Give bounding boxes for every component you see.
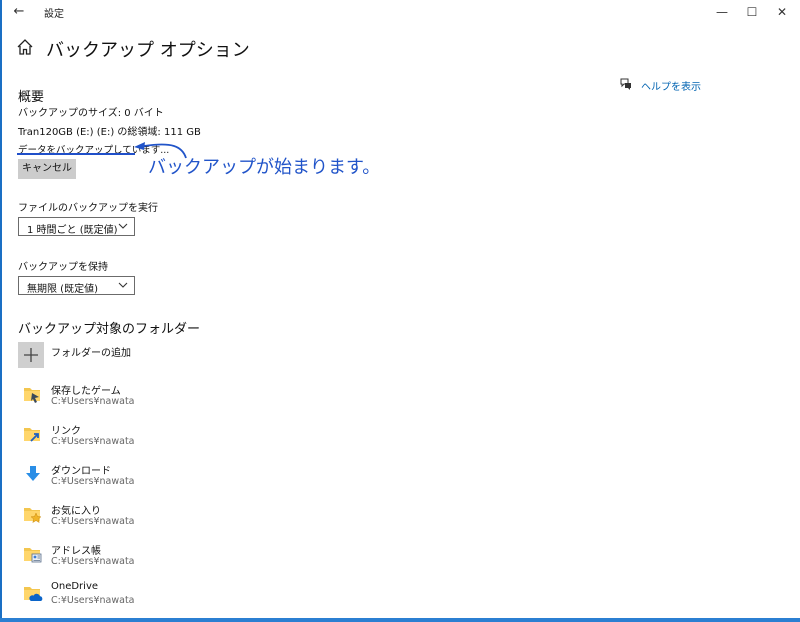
overview-heading: 概要 bbox=[18, 90, 45, 105]
links-folder-icon bbox=[24, 428, 40, 442]
folder-path: C:¥Users¥nawata bbox=[51, 516, 135, 527]
folder-name: リンク bbox=[51, 426, 81, 437]
backup-size-text: バックアップのサイズ: 0 バイト bbox=[18, 108, 164, 119]
back-button[interactable]: ← bbox=[10, 3, 28, 21]
folder-path: C:¥Users¥nawata bbox=[51, 396, 135, 407]
close-button[interactable]: ✕ bbox=[766, 0, 798, 24]
home-icon[interactable] bbox=[16, 38, 34, 56]
folder-item[interactable]: OneDrive C:¥Users¥nawata bbox=[18, 581, 218, 611]
add-folder-button[interactable] bbox=[18, 342, 44, 368]
minimize-icon: — bbox=[716, 5, 728, 19]
chevron-down-icon bbox=[118, 282, 128, 288]
favorites-folder-icon bbox=[24, 508, 42, 524]
keep-backups-value: 無期限 (既定値) bbox=[27, 284, 98, 295]
window-left-edge bbox=[0, 0, 2, 622]
saved-games-folder-icon bbox=[24, 388, 40, 403]
folder-name: 保存したゲーム bbox=[51, 386, 121, 397]
help-link[interactable]: ヘルプを表示 bbox=[641, 78, 701, 93]
folder-name: ダウンロード bbox=[51, 466, 111, 477]
folder-path: C:¥Users¥nawata bbox=[51, 476, 135, 487]
chevron-down-icon bbox=[118, 223, 128, 229]
folder-item[interactable]: お気に入り C:¥Users¥nawata bbox=[18, 502, 218, 532]
back-arrow-icon: ← bbox=[13, 4, 25, 19]
folder-item[interactable]: ダウンロード C:¥Users¥nawata bbox=[18, 462, 218, 492]
title-bar: ← 設定 — ☐ ✕ bbox=[2, 0, 800, 24]
maximize-icon: ☐ bbox=[746, 5, 758, 19]
help-chat-icon[interactable] bbox=[619, 77, 633, 91]
taskbar-edge bbox=[0, 618, 800, 622]
folder-name: お気に入り bbox=[51, 506, 101, 517]
contacts-folder-icon bbox=[24, 548, 42, 563]
backup-frequency-label: ファイルのバックアップを実行 bbox=[18, 203, 158, 214]
app-title: 設定 bbox=[44, 9, 64, 20]
folder-item[interactable]: アドレス帳 C:¥Users¥nawata bbox=[18, 542, 218, 572]
folder-item[interactable]: リンク C:¥Users¥nawata bbox=[18, 422, 218, 452]
backup-frequency-dropdown[interactable]: 1 時間ごと (既定値) bbox=[18, 217, 135, 236]
folders-heading: バックアップ対象のフォルダー bbox=[18, 322, 201, 337]
downloads-folder-icon bbox=[26, 466, 40, 481]
onedrive-folder-icon bbox=[24, 587, 43, 601]
minimize-button[interactable]: — bbox=[706, 0, 738, 24]
annotation-text: バックアップが始まります。 bbox=[148, 157, 381, 178]
status-underline bbox=[17, 153, 135, 155]
folder-path: C:¥Users¥nawata bbox=[51, 595, 135, 606]
cancel-button[interactable]: キャンセル bbox=[18, 159, 76, 179]
folder-path: C:¥Users¥nawata bbox=[51, 556, 135, 567]
folder-name: OneDrive bbox=[51, 581, 99, 592]
folder-item[interactable]: 保存したゲーム C:¥Users¥nawata bbox=[18, 382, 218, 412]
backup-frequency-value: 1 時間ごと (既定値) bbox=[27, 225, 118, 236]
folder-name: アドレス帳 bbox=[51, 546, 101, 557]
folder-path: C:¥Users¥nawata bbox=[51, 436, 135, 447]
plus-icon bbox=[24, 348, 38, 362]
close-icon: ✕ bbox=[776, 5, 788, 19]
maximize-button[interactable]: ☐ bbox=[736, 0, 768, 24]
page-title: バックアップ オプション bbox=[46, 40, 250, 61]
keep-backups-dropdown[interactable]: 無期限 (既定値) bbox=[18, 276, 135, 295]
keep-backups-label: バックアップを保持 bbox=[18, 262, 108, 273]
add-folder-label[interactable]: フォルダーの追加 bbox=[51, 344, 131, 359]
